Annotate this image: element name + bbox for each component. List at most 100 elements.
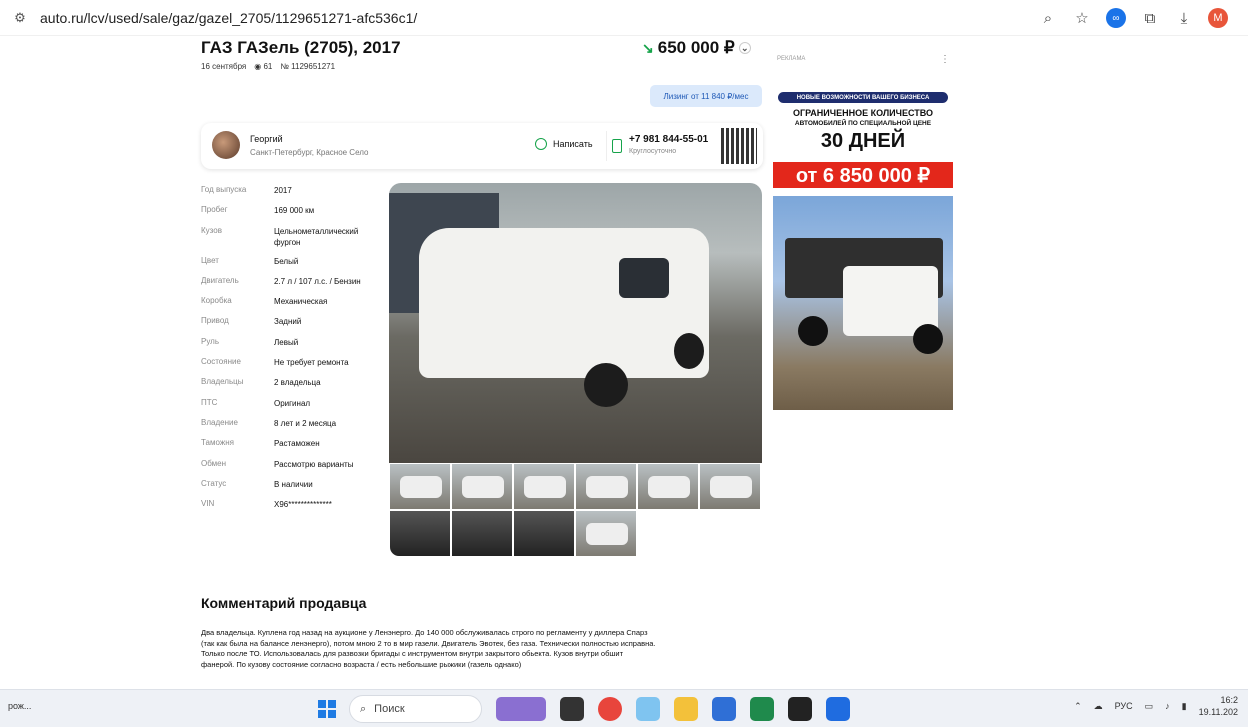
taskbar: рож... ⌕ Поиск ⌃ ☁ РУС ▭ ♪ ▮ 16:2 19.11.… — [0, 689, 1248, 727]
spec-value: 2017 — [274, 186, 292, 195]
photo-thumbnail[interactable] — [699, 463, 761, 510]
windows-start-icon[interactable] — [318, 700, 336, 718]
spec-key: Владение — [201, 417, 238, 427]
spec-row: Обмен Рассмотрю варианты — [201, 459, 379, 479]
app-icon[interactable] — [788, 697, 812, 721]
spec-value: X96************** — [274, 500, 332, 510]
taskbar-left-text: рож... — [8, 701, 32, 711]
bookmark-star-icon[interactable]: ☆ — [1072, 8, 1092, 28]
spec-row: Привод Задний — [201, 316, 379, 336]
write-button[interactable]: Написать — [535, 138, 593, 150]
spec-row: Двигатель 2.7 л / 107 л.с. / Бензин — [201, 276, 379, 296]
phone-icon — [612, 139, 622, 153]
chevron-down-icon[interactable]: ⌄ — [738, 42, 751, 54]
leasing-button[interactable]: Лизинг от 11 840 ₽/мес — [650, 85, 762, 107]
spec-value: 169 000 км — [274, 206, 315, 216]
taskbar-search[interactable]: ⌕ Поиск — [349, 695, 482, 723]
url-text[interactable]: auto.ru/lcv/used/sale/gaz/gazel_2705/112… — [40, 10, 417, 26]
spec-row: Руль Левый — [201, 337, 379, 357]
app-icon[interactable] — [560, 697, 584, 721]
photo-van — [419, 228, 709, 378]
chrome-icon[interactable] — [598, 697, 622, 721]
clock-date: 19.11.202 — [1198, 707, 1238, 717]
ad-price: от 6 850 000 ₽ — [773, 162, 953, 188]
spec-key: Руль — [201, 336, 219, 346]
chevron-up-icon[interactable]: ⌃ — [1074, 701, 1082, 712]
battery-icon[interactable]: ▮ — [1182, 701, 1187, 712]
spec-row: Кузов Цельнометаллический фургон — [201, 226, 379, 256]
extensions-puzzle-icon[interactable]: ⧉ — [1140, 8, 1160, 28]
chat-icon — [535, 138, 547, 150]
spec-row: Таможня Растаможен — [201, 438, 379, 458]
ad-line1: ОГРАНИЧЕННОЕ КОЛИЧЕСТВО — [792, 108, 934, 118]
profile-avatar[interactable]: M — [1208, 8, 1228, 28]
spec-key: Пробег — [201, 205, 228, 215]
comment-heading: Комментарий продавца — [201, 595, 367, 611]
zoom-icon[interactable]: ⌕ — [1038, 8, 1058, 28]
volume-icon[interactable]: ♪ — [1165, 701, 1170, 711]
clock-time: 16:2 — [1220, 695, 1238, 705]
photo-thumbnail[interactable] — [389, 463, 451, 510]
spec-value: Цельнометаллический фургон — [274, 226, 359, 247]
app-icon[interactable] — [750, 697, 774, 721]
phone-hours: Круглосуточно — [629, 148, 677, 155]
spec-row: Пробег 169 000 км — [201, 205, 379, 225]
app-icon[interactable] — [826, 697, 850, 721]
spec-key: Кузов — [201, 225, 222, 235]
photo-wheel — [584, 363, 628, 407]
main-photo[interactable] — [389, 183, 762, 463]
phone-number[interactable]: +7 981 844-55-01 — [629, 134, 708, 145]
ad-banner[interactable]: НОВЫЕ ВОЗМОЖНОСТИ ВАШЕГО БИЗНЕСА ОГРАНИЧ… — [773, 90, 953, 410]
qr-code-icon — [721, 128, 757, 164]
price[interactable]: ↘ 650 000 ₽ ⌄ — [642, 38, 751, 58]
spec-key: Таможня — [201, 438, 234, 448]
browser-toolbar-right: ⌕ ☆ ∞ ⧉ ⤓ M — [1038, 8, 1228, 28]
folder-icon[interactable] — [674, 697, 698, 721]
ad-line2: АВТОМОБИЛЕЙ ПО СПЕЦИАЛЬНОЙ ЦЕНЕ — [794, 120, 932, 127]
photo-thumbnail[interactable] — [637, 463, 699, 510]
browser-address-bar: ⚙ auto.ru/lcv/used/sale/gaz/gazel_2705/1… — [0, 0, 1248, 36]
spec-key: Год выпуска — [201, 185, 247, 194]
network-icon[interactable]: ▭ — [1145, 701, 1154, 712]
site-info-icon[interactable]: ⚙ — [12, 10, 28, 26]
listing-meta: 16 сентября ◉ 61 № 1129651271 — [201, 62, 335, 71]
app-icon[interactable] — [496, 697, 546, 721]
views-count: ◉ 61 — [254, 62, 273, 71]
photo-thumbnail[interactable] — [575, 510, 637, 557]
extension-icon[interactable]: ∞ — [1106, 8, 1126, 28]
spec-key: Обмен — [201, 458, 226, 468]
photo-thumbnail[interactable] — [389, 510, 451, 557]
photo-thumbnail[interactable] — [513, 510, 575, 557]
download-icon[interactable]: ⤓ — [1174, 8, 1194, 28]
photo-van-window — [619, 258, 669, 298]
spec-key: ПТС — [201, 397, 218, 407]
seller-avatar[interactable] — [212, 131, 240, 159]
spec-key: Привод — [201, 316, 229, 326]
photo-thumbnail[interactable] — [451, 510, 513, 557]
spec-row: Состояние Не требует ремонта — [201, 357, 379, 377]
spec-value: Не требует ремонта — [274, 358, 349, 368]
app-icon[interactable] — [712, 697, 736, 721]
spec-row: VIN X96************** — [201, 499, 379, 519]
listing-date: 16 сентября — [201, 62, 247, 71]
spec-value: Задний — [274, 317, 302, 327]
cloud-icon[interactable]: ☁ — [1094, 701, 1103, 712]
photo-thumbnail[interactable] — [513, 463, 575, 510]
ad-menu-icon[interactable]: ⋮ — [940, 54, 950, 65]
photo-thumbnail[interactable] — [451, 463, 513, 510]
seller-name[interactable]: Георгий — [250, 134, 283, 144]
language-indicator[interactable]: РУС — [1115, 701, 1133, 711]
search-icon: ⌕ — [360, 702, 367, 715]
views-value: 61 — [263, 62, 273, 71]
spec-value: Механическая — [274, 297, 328, 307]
spec-row: Владение 8 лет и 2 месяца — [201, 418, 379, 438]
spec-key: VIN — [201, 499, 215, 509]
spec-value: Растаможен — [274, 439, 320, 449]
spec-value: 2.7 л / 107 л.с. / Бензин — [274, 276, 361, 286]
spec-row: Статус В наличии — [201, 479, 379, 499]
price-trend-icon: ↘ — [642, 39, 654, 56]
clock[interactable]: 16:2 19.11.202 — [1199, 694, 1238, 718]
spec-key: Владельцы — [201, 377, 244, 387]
photo-thumbnail[interactable] — [575, 463, 637, 510]
app-icon[interactable] — [636, 697, 660, 721]
